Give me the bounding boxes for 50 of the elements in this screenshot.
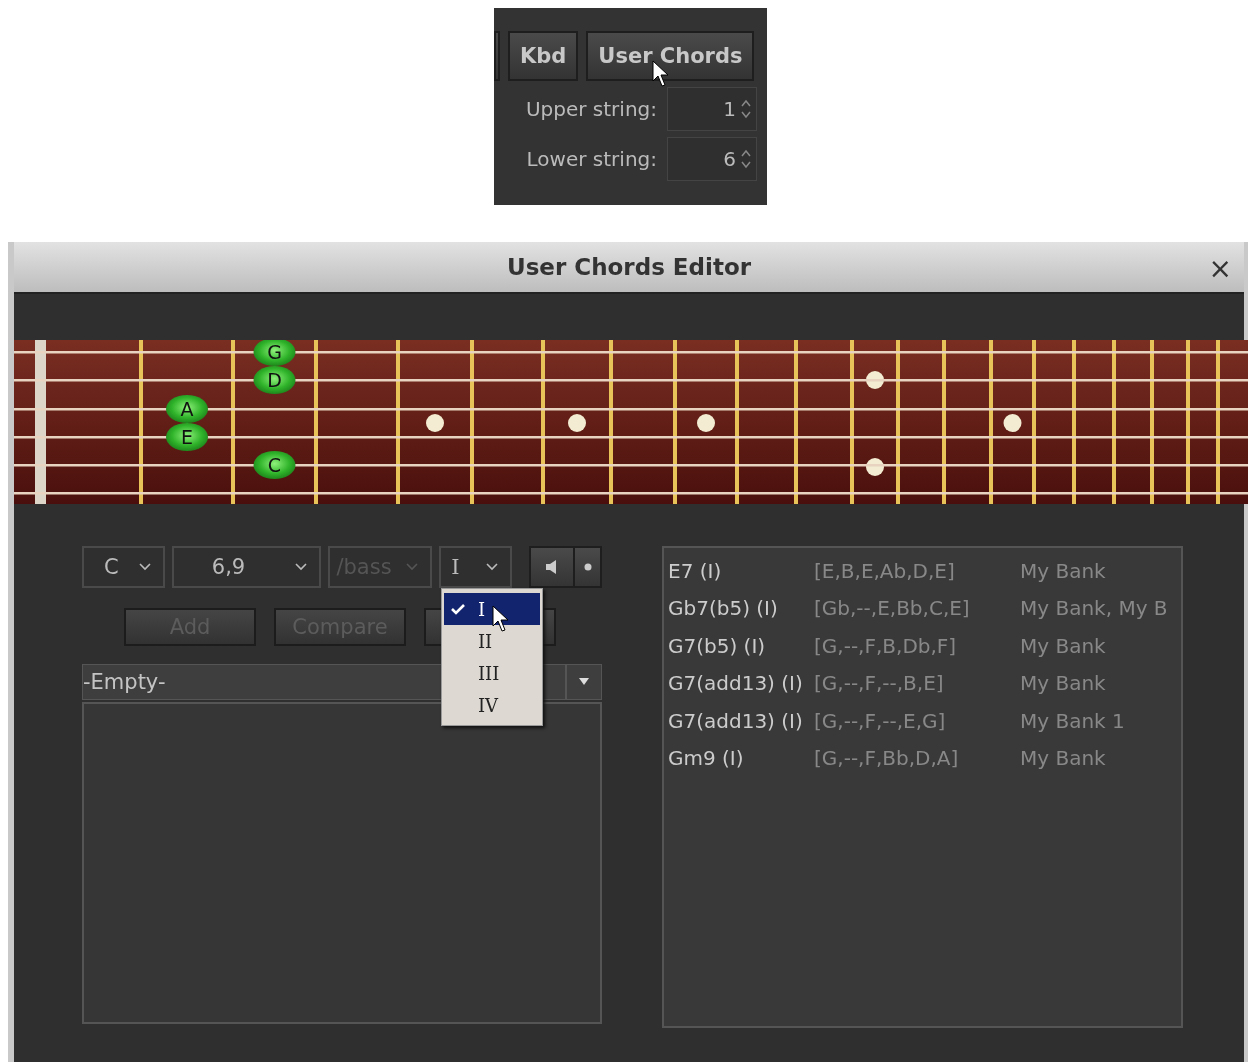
spin-arrows-icon[interactable] bbox=[740, 148, 752, 170]
spinner-field[interactable]: 1 bbox=[667, 87, 757, 131]
chord-notes: [G,--,F,B,Db,F] bbox=[814, 633, 958, 658]
close-button[interactable]: × bbox=[1204, 252, 1236, 285]
chord-bank: My Bank bbox=[1020, 671, 1106, 696]
chord-notes: [G,--,F,--,B,E] bbox=[814, 671, 945, 696]
note-marker[interactable]: D bbox=[253, 366, 296, 394]
note-marker[interactable]: C bbox=[253, 451, 296, 479]
chord-dropdown[interactable]: C bbox=[82, 546, 165, 588]
chord-name[interactable]: E7 (I) bbox=[664, 558, 814, 583]
chord-bank: My Bank 1 bbox=[1020, 708, 1125, 733]
chevron-icon bbox=[295, 563, 308, 571]
note-marker[interactable]: E bbox=[166, 423, 208, 451]
spinner-field[interactable]: 6 bbox=[667, 137, 757, 181]
menu-item[interactable]: I bbox=[444, 593, 540, 625]
cursor-icon bbox=[492, 605, 510, 633]
window-title: User Chords Editor bbox=[506, 254, 752, 280]
spin-arrows-icon[interactable] bbox=[740, 98, 752, 120]
chord-bank: My Bank bbox=[1020, 633, 1106, 658]
chord-dropdown[interactable]: I bbox=[439, 546, 512, 588]
note-marker[interactable]: A bbox=[166, 395, 208, 423]
toolbar-button[interactable]: User Chords bbox=[586, 31, 755, 81]
chord-notes: [G,--,F,Bb,D,A] bbox=[814, 746, 960, 771]
chord-notes: [E,B,E,Ab,D,E] bbox=[814, 558, 956, 583]
spinner-label: Lower string: bbox=[526, 147, 657, 171]
chord-bank: My Bank bbox=[1020, 746, 1106, 771]
chord-name[interactable]: Gb7(b5) (I) bbox=[664, 596, 814, 621]
chevron-icon bbox=[486, 563, 498, 571]
chord-bank: My Bank bbox=[1020, 558, 1106, 583]
spinner-label: Upper string: bbox=[525, 97, 657, 121]
chord-name[interactable]: G7(b5) (I) bbox=[664, 633, 814, 658]
triangle-down-icon bbox=[579, 678, 589, 686]
chevron-icon bbox=[138, 563, 151, 571]
record-button[interactable] bbox=[575, 548, 600, 586]
chord-bank: My Bank, My B bbox=[1020, 596, 1168, 621]
note-marker[interactable]: G bbox=[253, 340, 296, 366]
chord-notes: [G,--,F,--,E,G] bbox=[814, 708, 947, 733]
toolbar-button[interactable]: Kbd bbox=[508, 31, 579, 81]
chord-name[interactable]: G7(add13) (I) bbox=[664, 708, 814, 733]
dropdown-button[interactable] bbox=[566, 664, 602, 700]
check-icon bbox=[451, 603, 465, 615]
dot-icon bbox=[583, 563, 592, 571]
chord-dropdown[interactable]: 6,9 bbox=[171, 546, 322, 588]
chevron-icon bbox=[406, 563, 419, 571]
chord-name[interactable]: G7(add13) (I) bbox=[664, 671, 814, 696]
play-button[interactable] bbox=[531, 548, 575, 586]
menu-item[interactable]: II bbox=[444, 625, 540, 657]
chord-name[interactable]: Gm9 (I) bbox=[664, 746, 814, 771]
chord-notes: [Gb,--,E,Bb,C,E] bbox=[814, 596, 971, 621]
speaker-icon bbox=[545, 559, 559, 575]
